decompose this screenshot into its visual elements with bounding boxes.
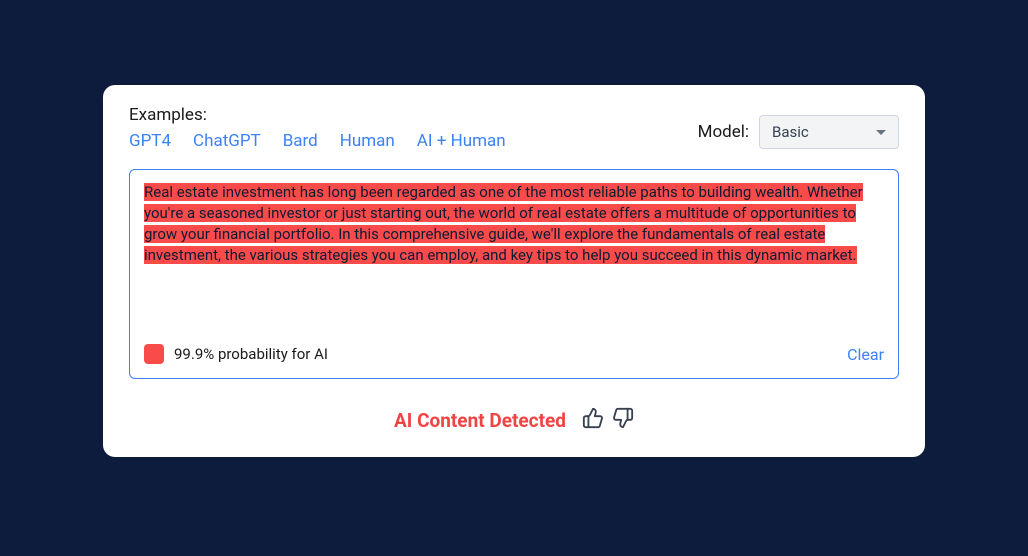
text-content: Real estate investment has long been reg…	[144, 182, 884, 314]
result-text: AI Content Detected	[394, 409, 566, 432]
model-label: Model:	[698, 122, 749, 142]
text-input-container[interactable]: Real estate investment has long been reg…	[129, 169, 899, 379]
example-link-gpt4[interactable]: GPT4	[129, 131, 171, 151]
text-footer-row: 99.9% probability for AI Clear	[144, 344, 884, 364]
chevron-down-icon	[876, 130, 886, 135]
thumbs-up-icon[interactable]	[582, 407, 604, 433]
probability-badge	[144, 344, 164, 364]
detector-card: Examples: GPT4 ChatGPT Bard Human AI + H…	[103, 85, 925, 457]
example-link-ai-human[interactable]: AI + Human	[417, 131, 506, 151]
header-row: Examples: GPT4 ChatGPT Bard Human AI + H…	[129, 105, 899, 151]
probability-section: 99.9% probability for AI	[144, 344, 328, 364]
model-select[interactable]: Basic	[759, 115, 899, 149]
feedback-icons	[582, 407, 634, 433]
highlighted-text: Real estate investment has long been reg…	[144, 183, 863, 264]
example-link-human[interactable]: Human	[340, 131, 395, 151]
examples-links: GPT4 ChatGPT Bard Human AI + Human	[129, 131, 506, 151]
clear-button[interactable]: Clear	[847, 345, 884, 364]
example-link-bard[interactable]: Bard	[283, 131, 318, 151]
thumbs-down-icon[interactable]	[612, 407, 634, 433]
probability-text: 99.9% probability for AI	[174, 345, 328, 363]
model-section: Model: Basic	[698, 115, 899, 149]
result-row: AI Content Detected	[129, 407, 899, 433]
examples-section: Examples: GPT4 ChatGPT Bard Human AI + H…	[129, 105, 506, 151]
model-selected-value: Basic	[772, 123, 809, 141]
example-link-chatgpt[interactable]: ChatGPT	[193, 131, 261, 151]
examples-label: Examples:	[129, 105, 506, 125]
